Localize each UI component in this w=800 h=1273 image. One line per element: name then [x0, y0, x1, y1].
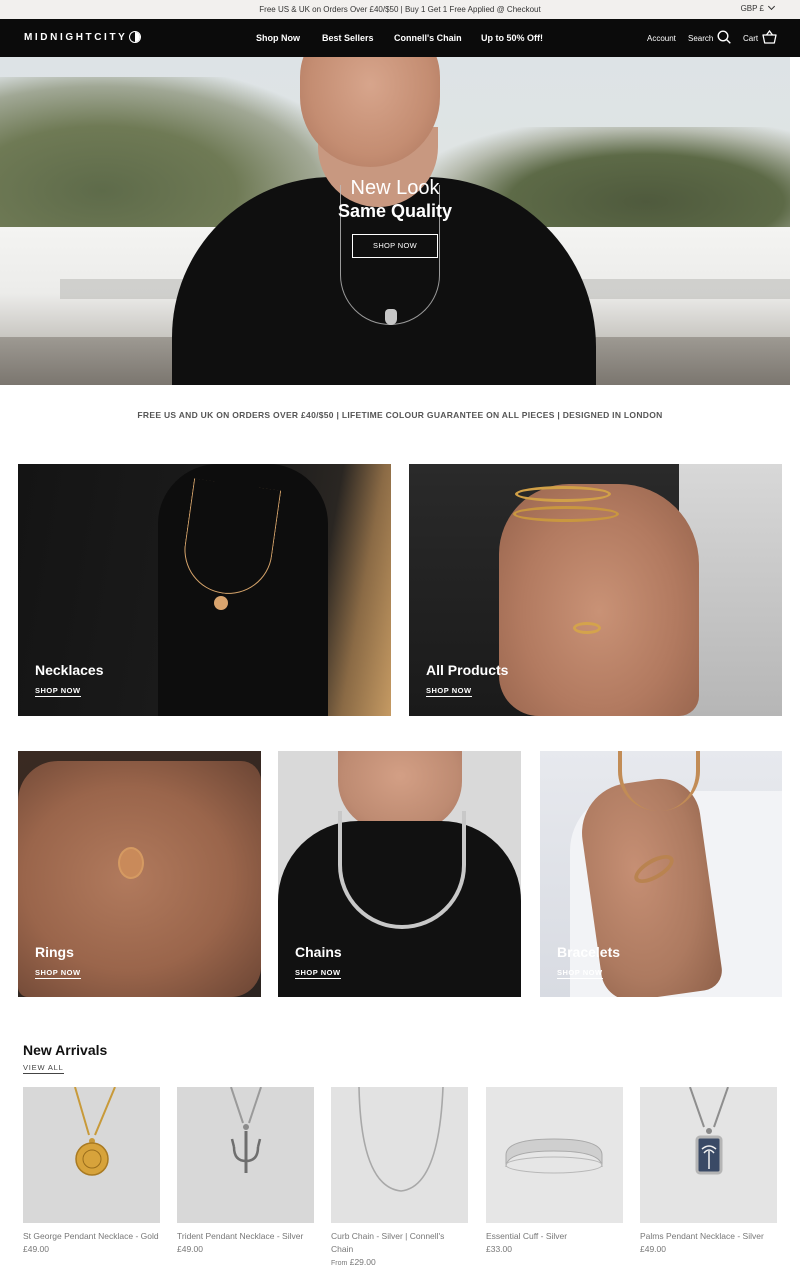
palms-pendant-image — [689, 1087, 729, 1175]
nav-best-sellers[interactable]: Best Sellers — [322, 33, 374, 43]
hero-title-line2: Same Quality — [337, 201, 453, 221]
announcement-message: Free US & UK on Orders Over £40/$50 | Bu… — [259, 5, 541, 14]
category-shop-now-link[interactable]: SHOP NOW — [35, 686, 81, 697]
product-name[interactable]: Trident Pendant Necklace - Silver — [177, 1230, 314, 1243]
usp-strip: FREE US AND UK ON ORDERS OVER £40/$50 | … — [137, 410, 663, 420]
nav-connells-chain[interactable]: Connell's Chain — [394, 33, 462, 43]
product-price: £33.00 — [486, 1244, 512, 1254]
category-tile-chains[interactable]: Chains SHOP NOW — [278, 751, 521, 997]
category-label: Necklaces — [35, 662, 104, 678]
product-price: £49.00 — [177, 1244, 203, 1254]
search-icon[interactable] — [717, 30, 731, 44]
announcement-bar: Free US & UK on Orders Over £40/$50 | Bu… — [0, 0, 800, 19]
category-label: Chains — [295, 944, 342, 960]
product-image[interactable] — [486, 1087, 623, 1223]
currency-selector[interactable]: GBP £ — [740, 2, 776, 13]
category-shop-now-link[interactable]: SHOP NOW — [35, 968, 81, 979]
hero-shop-now-button[interactable]: SHOP NOW — [352, 234, 438, 258]
section-title: New Arrivals — [23, 1042, 108, 1058]
hamsa-pendant — [385, 309, 397, 325]
product-name[interactable]: Essential Cuff - Silver — [486, 1230, 623, 1243]
tile-photo-bracelet — [515, 486, 611, 502]
category-tile-all-products[interactable]: All Products SHOP NOW — [409, 464, 782, 716]
product-image[interactable] — [331, 1087, 468, 1223]
product-card[interactable]: Trident Pendant Necklace - Silver £49.00 — [177, 1087, 314, 1256]
cart-link[interactable]: Cart — [743, 34, 758, 43]
tile-photo-hands — [18, 761, 261, 997]
product-name[interactable]: Palms Pendant Necklace - Silver — [640, 1230, 777, 1243]
nav-sale[interactable]: Up to 50% Off! — [481, 33, 543, 43]
product-name[interactable]: Curb Chain - Silver | Connell's Chain — [331, 1230, 468, 1256]
hero-title-line1: New Look — [350, 177, 440, 199]
cuff-bracelet-image — [505, 1138, 603, 1174]
basket-icon[interactable] — [762, 30, 777, 44]
view-all-link[interactable]: VIEW ALL — [23, 1063, 64, 1074]
tile-photo-ring — [573, 622, 601, 634]
product-image[interactable] — [640, 1087, 777, 1223]
price-prefix: From — [331, 1260, 348, 1267]
category-label: All Products — [426, 662, 509, 678]
tile-photo-pendant — [214, 596, 228, 610]
currency-label: GBP £ — [740, 4, 764, 13]
product-name[interactable]: St George Pendant Necklace - Gold — [23, 1230, 160, 1243]
product-price: £49.00 — [23, 1244, 49, 1254]
site-header: MIDNIGHTCITY Shop Now Best Sellers Conne… — [0, 19, 800, 59]
category-label: Bracelets — [557, 944, 621, 960]
tile-photo-signet-ring — [118, 847, 144, 879]
category-label: Rings — [35, 944, 74, 960]
product-price-value: £29.00 — [349, 1257, 376, 1267]
product-price: From £29.00 — [331, 1256, 468, 1270]
product-card[interactable]: St George Pendant Necklace - Gold £49.00 — [23, 1087, 160, 1256]
gold-pendant-necklace-image — [74, 1087, 116, 1176]
category-tile-bracelets[interactable]: Bracelets SHOP NOW — [540, 751, 782, 997]
product-image[interactable] — [177, 1087, 314, 1223]
category-tile-necklaces[interactable]: Necklaces SHOP NOW — [18, 464, 391, 716]
trident-pendant-image — [230, 1087, 262, 1173]
category-shop-now-link[interactable]: SHOP NOW — [557, 968, 603, 979]
account-link[interactable]: Account — [647, 34, 676, 43]
product-price: £49.00 — [640, 1244, 666, 1254]
nav-shop-now[interactable]: Shop Now — [256, 33, 300, 59]
product-image[interactable] — [23, 1087, 160, 1223]
category-tile-rings[interactable]: Rings SHOP NOW — [18, 751, 261, 997]
product-card[interactable]: Curb Chain - Silver | Connell's Chain Fr… — [331, 1087, 468, 1270]
chevron-down-icon — [767, 2, 776, 11]
tile-photo-bracelet — [513, 506, 619, 522]
product-card[interactable]: Palms Pendant Necklace - Silver £49.00 — [640, 1087, 777, 1256]
search-link[interactable]: Search — [688, 34, 713, 43]
product-card[interactable]: Essential Cuff - Silver £33.00 — [486, 1087, 623, 1256]
category-shop-now-link[interactable]: SHOP NOW — [426, 686, 472, 697]
hero-banner: New Look Same Quality SHOP NOW — [0, 57, 790, 385]
category-shop-now-link[interactable]: SHOP NOW — [295, 968, 341, 979]
main-nav: Shop Now Best Sellers Connell's Chain Up… — [0, 19, 800, 59]
curb-chain-image — [358, 1087, 444, 1192]
